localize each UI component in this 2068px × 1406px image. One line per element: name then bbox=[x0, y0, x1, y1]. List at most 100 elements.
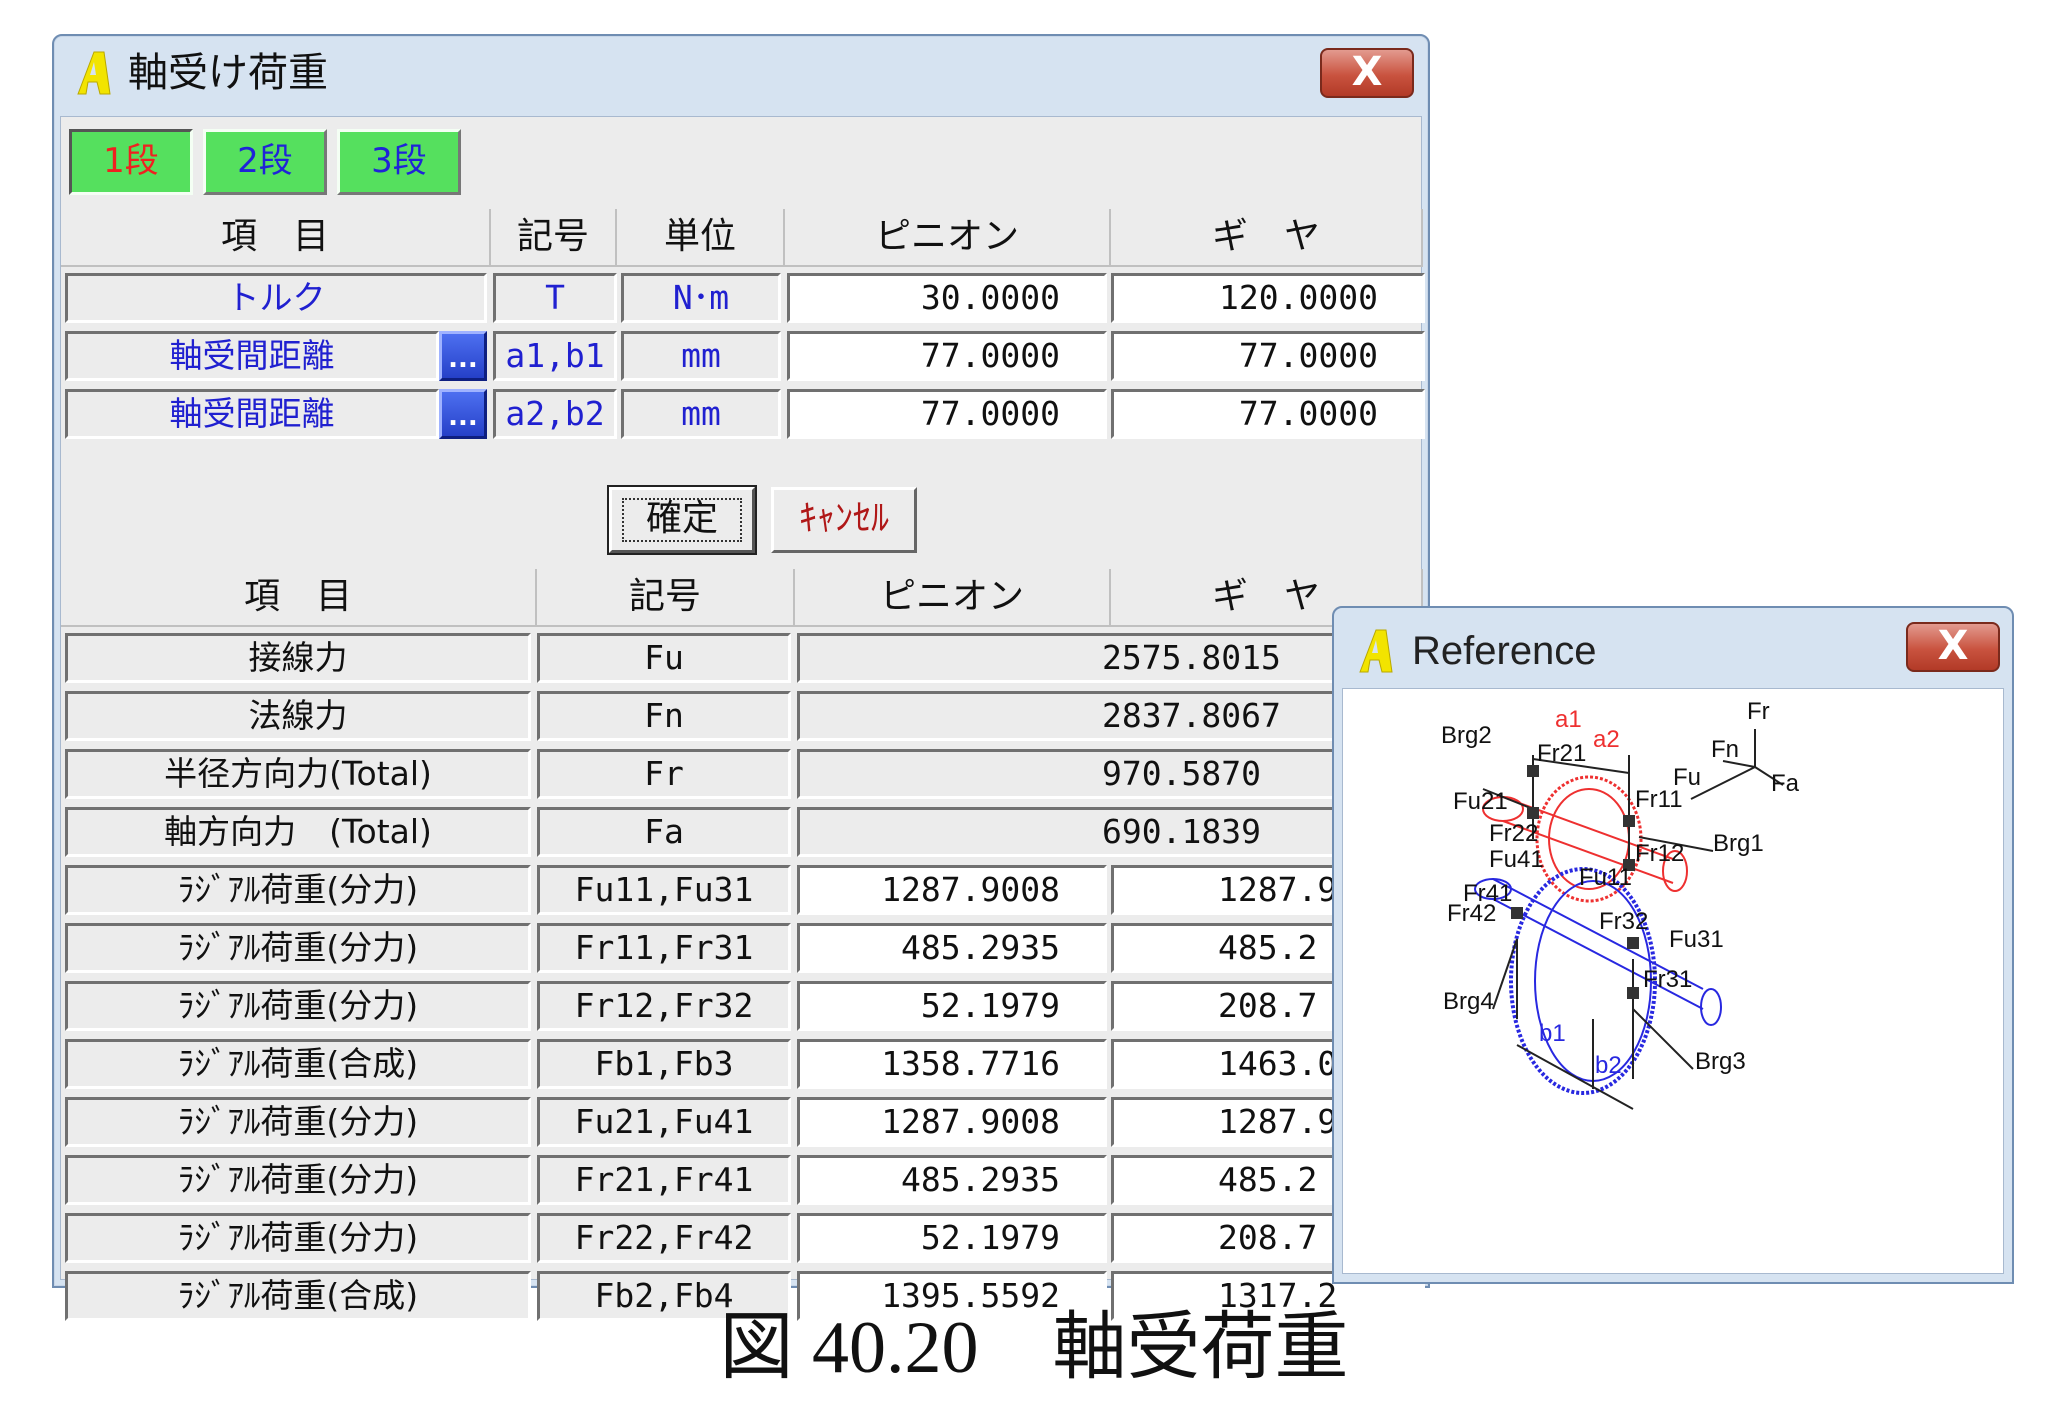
label-fu41: Fu41 bbox=[1489, 846, 1544, 873]
result-shared-value: 690.1839 bbox=[797, 807, 1425, 857]
label-fu31: Fu31 bbox=[1669, 926, 1724, 953]
label-a1: a1 bbox=[1555, 706, 1582, 733]
input-header-1: 記号 bbox=[491, 209, 617, 267]
input-unit: mm bbox=[621, 389, 781, 439]
input-item-label: トルク bbox=[65, 273, 487, 323]
input-symbol: a1,b1 bbox=[493, 331, 617, 381]
label-fr12: Fr12 bbox=[1635, 840, 1684, 867]
result-header-1: 記号 bbox=[537, 569, 795, 627]
close-button[interactable]: X bbox=[1320, 48, 1414, 98]
result-header-0: 項 目 bbox=[61, 569, 537, 627]
pinion-input-field[interactable]: 77.0000 bbox=[787, 389, 1107, 439]
label-fu21: Fu21 bbox=[1453, 788, 1508, 815]
input-unit: N･m bbox=[621, 273, 781, 323]
confirm-button[interactable]: 確定 bbox=[607, 485, 757, 555]
result-item-label: ﾗｼﾞｱﾙ荷重(分力) bbox=[65, 1213, 531, 1263]
window-client: 1段 2段 3段 項 目記号 単位 ピニオンギ ヤトルク T N･m 30.0000 120.0… bbox=[60, 116, 1425, 1321]
input-unit: mm bbox=[621, 331, 781, 381]
result-pinion-value: 1287.9008 bbox=[797, 1097, 1107, 1147]
reference-title: Reference bbox=[1412, 629, 1597, 673]
input-symbol: a2,b2 bbox=[493, 389, 617, 439]
label-fr-axis: Fr bbox=[1747, 698, 1770, 725]
window-title: 軸受け荷重 bbox=[128, 50, 328, 96]
result-symbol: Fu11,Fu31 bbox=[537, 865, 791, 915]
label-b1: b1 bbox=[1539, 1020, 1566, 1047]
result-shared-value: 970.5870 bbox=[797, 749, 1425, 799]
tab-stage-1[interactable]: 1段 bbox=[69, 129, 193, 195]
result-shared-value: 2575.8015 bbox=[797, 633, 1425, 683]
title-bar[interactable]: 軸受け荷重 X bbox=[54, 36, 1428, 114]
reference-close-button[interactable]: X bbox=[1906, 622, 2000, 672]
result-item-label: ﾗｼﾞｱﾙ荷重(分力) bbox=[65, 865, 531, 915]
result-pinion-value: 52.1979 bbox=[797, 1213, 1107, 1263]
bearing-load-window: 軸受け荷重 X 1段 2段 3段 項 目記号 単位 ピニオンギ ヤトルク T N･m 30.0… bbox=[52, 34, 1430, 1321]
result-symbol: Fr bbox=[537, 749, 791, 799]
label-b2: b2 bbox=[1595, 1052, 1622, 1079]
gear-input-field[interactable]: 77.0000 bbox=[1111, 331, 1425, 381]
result-item-label: ﾗｼﾞｱﾙ荷重(分力) bbox=[65, 981, 531, 1031]
label-fr32: Fr32 bbox=[1599, 908, 1648, 935]
input-header-2: 単位 bbox=[617, 209, 785, 267]
input-header-0: 項 目 bbox=[61, 209, 491, 267]
label-fr11: Fr11 bbox=[1635, 786, 1683, 813]
gear-input-field[interactable]: 120.0000 bbox=[1111, 273, 1425, 323]
result-symbol: Fr12,Fr32 bbox=[537, 981, 791, 1031]
result-item-label: 半径方向力(Total) bbox=[65, 749, 531, 799]
reference-window: Reference X a1 a2 b1 b2 Brg2 Brg1 Brg3 B… bbox=[1332, 606, 2014, 1284]
result-item-label: ﾗｼﾞｱﾙ荷重(分力) bbox=[65, 1097, 531, 1147]
gear-bearing-diagram: a1 a2 b1 b2 Brg2 Brg1 Brg3 Brg4 Fr Fn Fu… bbox=[1441, 698, 1800, 1110]
result-symbol: Fn bbox=[537, 691, 791, 741]
reference-diagram-panel: a1 a2 b1 b2 Brg2 Brg1 Brg3 Brg4 Fr Fn Fu… bbox=[1342, 688, 2004, 1274]
result-item-label: ﾗｼﾞｱﾙ荷重(合成) bbox=[65, 1039, 531, 1089]
input-header-3: ピニオン bbox=[785, 209, 1111, 267]
distance-edit-button[interactable]: ... bbox=[439, 389, 487, 439]
tab-stage-2[interactable]: 2段 bbox=[203, 129, 327, 195]
focus-rectangle bbox=[622, 498, 742, 542]
tab-stage-3[interactable]: 3段 bbox=[337, 129, 461, 195]
label-fn-axis: Fn bbox=[1711, 736, 1739, 763]
result-pinion-value: 1358.7716 bbox=[797, 1039, 1107, 1089]
result-symbol: Fr11,Fr31 bbox=[537, 923, 791, 973]
label-brg3: Brg3 bbox=[1695, 1048, 1746, 1075]
label-fr21: Fr21 bbox=[1537, 740, 1586, 767]
result-pinion-value: 485.2935 bbox=[797, 923, 1107, 973]
result-item-label: 軸方向力 (Total) bbox=[65, 807, 531, 857]
result-pinion-value: 485.2935 bbox=[797, 1155, 1107, 1205]
label-fr31: Fr31 bbox=[1643, 966, 1692, 993]
result-item-label: ﾗｼﾞｱﾙ荷重(分力) bbox=[65, 923, 531, 973]
result-symbol: Fb1,Fb3 bbox=[537, 1039, 791, 1089]
figure-caption: 図 40.20 軸受荷重 bbox=[719, 1307, 1349, 1389]
pinion-input-field[interactable]: 30.0000 bbox=[787, 273, 1107, 323]
label-brg1: Brg1 bbox=[1713, 830, 1764, 857]
input-item-label: 軸受間距離 bbox=[65, 389, 439, 439]
result-symbol: Fu bbox=[537, 633, 791, 683]
app-logo-icon bbox=[77, 51, 111, 95]
result-symbol: Fu21,Fu41 bbox=[537, 1097, 791, 1147]
result-pinion-value: 52.1979 bbox=[797, 981, 1107, 1031]
cancel-button[interactable]: ｷｬﾝｾﾙ bbox=[771, 487, 917, 553]
result-item-label: ﾗｼﾞｱﾙ荷重(分力) bbox=[65, 1155, 531, 1205]
result-shared-value: 2837.8067 bbox=[797, 691, 1425, 741]
label-fr42: Fr42 bbox=[1447, 900, 1496, 927]
result-header-2: ピニオン bbox=[795, 569, 1111, 627]
result-item-label: 接線力 bbox=[65, 633, 531, 683]
cancel-button-label: ｷｬﾝｾﾙ bbox=[799, 498, 889, 539]
distance-edit-button[interactable]: ... bbox=[439, 331, 487, 381]
gear-input-field[interactable]: 77.0000 bbox=[1111, 389, 1425, 439]
label-brg4: Brg4 bbox=[1443, 988, 1494, 1015]
pinion-input-field[interactable]: 77.0000 bbox=[787, 331, 1107, 381]
input-header-4: ギ ヤ bbox=[1111, 209, 1423, 267]
input-symbol: T bbox=[493, 273, 617, 323]
result-symbol: Fr22,Fr42 bbox=[537, 1213, 791, 1263]
result-item-label: 法線力 bbox=[65, 691, 531, 741]
result-symbol: Fr21,Fr41 bbox=[537, 1155, 791, 1205]
label-fr22: Fr22 bbox=[1489, 820, 1538, 847]
label-brg2: Brg2 bbox=[1441, 722, 1492, 749]
label-fa-axis: Fa bbox=[1771, 770, 1800, 797]
label-fu11: Fu11 bbox=[1579, 864, 1632, 891]
result-symbol: Fa bbox=[537, 807, 791, 857]
label-a2: a2 bbox=[1593, 726, 1620, 753]
diagram-labels: a1 a2 b1 b2 Brg2 Brg1 Brg3 Brg4 Fr Fn Fu… bbox=[1441, 698, 1800, 1079]
app-logo-icon bbox=[1359, 629, 1393, 673]
input-item-label: 軸受間距離 bbox=[65, 331, 439, 381]
